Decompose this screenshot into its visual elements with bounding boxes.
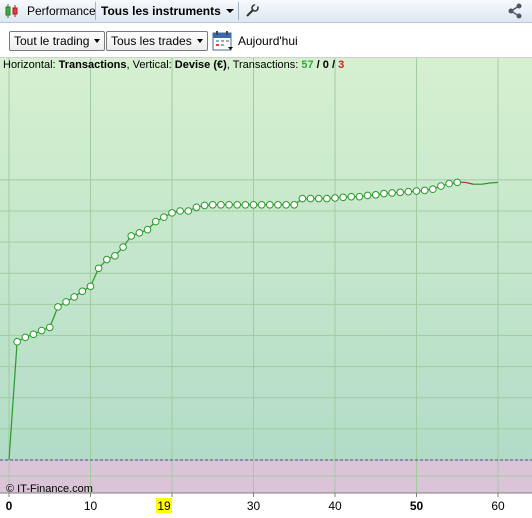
trade-point bbox=[437, 182, 445, 190]
trade-point bbox=[119, 243, 127, 251]
trade-point bbox=[249, 200, 258, 209]
trade-point bbox=[339, 193, 347, 202]
trade-point bbox=[380, 189, 388, 198]
equity-chart: 0 10 30 40 50 60 19 © IT-Finance.com bbox=[0, 57, 532, 518]
trade-point bbox=[54, 303, 62, 311]
trade-point bbox=[371, 191, 380, 199]
trade-point bbox=[86, 282, 95, 291]
trade-point bbox=[208, 200, 217, 209]
top-toolbar: Performance Tous les instruments bbox=[0, 0, 532, 23]
trade-point bbox=[306, 194, 315, 203]
info-slash: / bbox=[313, 59, 323, 71]
trade-point bbox=[45, 323, 54, 332]
wrench-icon[interactable] bbox=[244, 3, 260, 19]
today-label[interactable]: Aujourd'hui bbox=[238, 34, 298, 48]
instruments-dropdown[interactable]: Tous les instruments bbox=[101, 0, 221, 22]
trade-point bbox=[257, 200, 266, 209]
info-mid: , Vertical: bbox=[126, 59, 175, 71]
trade-point bbox=[225, 200, 233, 209]
x-tick-label: 30 bbox=[247, 499, 261, 513]
trade-point bbox=[103, 255, 111, 264]
info-wins: 57 bbox=[301, 59, 314, 71]
trade-point bbox=[127, 232, 136, 240]
toolbar-divider bbox=[95, 2, 96, 20]
trade-point bbox=[217, 200, 225, 209]
toolbar-divider bbox=[238, 2, 239, 20]
trade-point bbox=[78, 287, 87, 296]
trade-point bbox=[94, 264, 103, 273]
trade-point bbox=[151, 217, 160, 226]
x-tick-label: 60 bbox=[491, 499, 505, 513]
info-slash: / bbox=[328, 59, 339, 71]
trade-point bbox=[168, 209, 176, 217]
trade-point bbox=[347, 192, 356, 201]
trade-point bbox=[298, 194, 307, 203]
info-trans-prefix: , Transactions: bbox=[226, 59, 302, 71]
trade-point bbox=[176, 207, 184, 215]
copyright-text: © IT-Finance.com bbox=[6, 483, 93, 495]
trades-filter-label: Tous les trades bbox=[111, 34, 192, 48]
candlestick-icon bbox=[5, 4, 18, 18]
trade-point bbox=[396, 188, 405, 197]
trade-point bbox=[143, 225, 152, 234]
trade-point bbox=[111, 252, 119, 260]
trading-filter-dropdown[interactable]: Tout le trading bbox=[9, 31, 106, 51]
trade-point bbox=[420, 186, 429, 195]
share-icon[interactable] bbox=[506, 2, 524, 20]
info-losses: 3 bbox=[338, 59, 345, 71]
trade-point bbox=[274, 200, 282, 209]
trade-point bbox=[184, 207, 193, 215]
trade-point bbox=[453, 178, 462, 187]
highlight-label: 19 bbox=[157, 499, 171, 513]
trades-filter-dropdown[interactable]: Tous les trades bbox=[106, 31, 208, 51]
trade-point bbox=[388, 189, 396, 197]
trade-point bbox=[160, 213, 168, 222]
trade-point bbox=[331, 194, 339, 202]
tab-performance[interactable]: Performance bbox=[27, 0, 96, 22]
trade-point bbox=[200, 201, 209, 210]
info-prefix: Horizontal: bbox=[3, 59, 59, 71]
trade-point bbox=[290, 200, 299, 209]
trade-point bbox=[13, 337, 21, 346]
trade-point bbox=[266, 200, 274, 209]
chevron-down-icon bbox=[94, 39, 101, 43]
trade-point bbox=[314, 194, 323, 203]
trade-point bbox=[363, 191, 372, 200]
trade-point bbox=[282, 200, 290, 209]
chart-info-line: Horizontal: Transactions, Vertical: Devi… bbox=[3, 59, 344, 71]
x-tick-label: 10 bbox=[84, 499, 98, 513]
trade-point bbox=[323, 194, 331, 203]
x-tick-label: 0 bbox=[6, 499, 13, 513]
trade-point bbox=[21, 333, 30, 342]
trade-point bbox=[233, 200, 241, 209]
instruments-dropdown-label: Tous les instruments bbox=[101, 4, 221, 18]
chevron-down-icon[interactable] bbox=[226, 9, 234, 13]
trade-point bbox=[404, 187, 413, 196]
x-tick-label: 40 bbox=[328, 499, 342, 513]
positive-area bbox=[0, 57, 532, 460]
trade-point bbox=[135, 228, 144, 237]
trade-point bbox=[355, 192, 364, 201]
trade-point bbox=[412, 187, 421, 195]
trade-point bbox=[37, 326, 46, 335]
trading-filter-label: Tout le trading bbox=[14, 34, 90, 48]
x-axis-area bbox=[0, 493, 532, 518]
x-tick-label: 50 bbox=[410, 499, 424, 513]
equity-segment bbox=[489, 181, 499, 184]
chevron-down-icon bbox=[196, 39, 203, 43]
trade-point bbox=[241, 200, 250, 209]
trade-point bbox=[429, 185, 437, 194]
trade-point bbox=[192, 203, 201, 212]
tab-performance-label: Performance bbox=[27, 4, 96, 18]
info-vertical: Devise (€) bbox=[174, 59, 227, 71]
trade-point bbox=[70, 293, 78, 301]
trade-point bbox=[29, 330, 38, 339]
trade-point bbox=[62, 298, 70, 306]
filter-bar: Tout le trading Tous les trades Aujourd'… bbox=[0, 23, 532, 58]
trade-point bbox=[445, 179, 453, 188]
info-horizontal: Transactions bbox=[58, 59, 127, 71]
calendar-icon[interactable] bbox=[212, 30, 234, 52]
